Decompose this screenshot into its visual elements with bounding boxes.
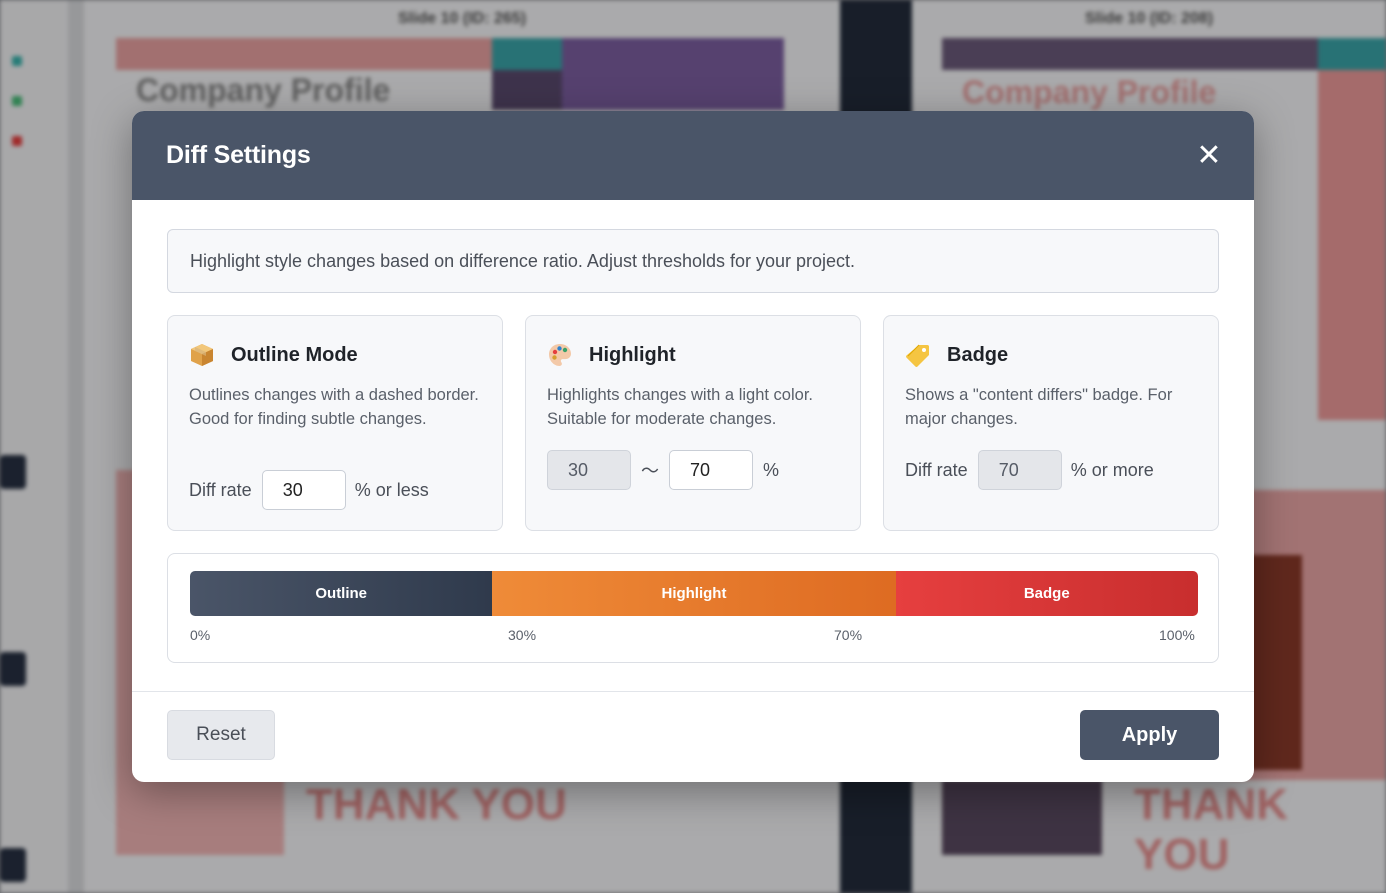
card-header: Badge xyxy=(905,338,1197,372)
scale-segment-badge: Badge xyxy=(895,571,1198,616)
apply-button[interactable]: Apply xyxy=(1080,710,1219,760)
segment-label: Badge xyxy=(1023,585,1070,602)
outline-threshold-input[interactable]: 30 xyxy=(261,470,346,510)
highlight-min-input: 30 xyxy=(547,450,631,490)
card-header: Outline Mode xyxy=(189,338,481,372)
scale-segment-highlight: Highlight xyxy=(492,571,896,616)
segment-label: Outline xyxy=(315,585,368,602)
diff-rate-label: Diff rate xyxy=(905,459,968,480)
card-title: Outline Mode xyxy=(231,343,358,366)
diff-rate-label: Diff rate xyxy=(189,479,252,500)
info-box: Highlight style changes based on differe… xyxy=(167,229,1219,293)
card-description: Highlights changes with a light color. S… xyxy=(547,386,813,428)
tag-icon xyxy=(906,344,929,367)
reset-button[interactable]: Reset xyxy=(167,710,275,760)
diff-settings-modal: Diff Settings ✕ Highlight style changes … xyxy=(132,111,1254,782)
scale-tick: 70% xyxy=(834,627,863,643)
package-icon xyxy=(191,344,213,366)
highlight-max-input[interactable]: 70 xyxy=(669,450,753,490)
outline-mode-card: Outline Mode Outlines changes with a das… xyxy=(167,315,503,531)
scale-segment-outline: Outline xyxy=(190,571,493,616)
card-description: Shows a "content differs" badge. For maj… xyxy=(905,386,1173,428)
card-title: Badge xyxy=(947,343,1009,366)
card-title: Highlight xyxy=(589,343,676,366)
outline-rate-row: Diff rate 30 % or less xyxy=(189,470,429,510)
scale-tick: 0% xyxy=(190,627,211,643)
range-separator: ～ xyxy=(641,461,659,481)
badge-card: Badge Shows a "content differs" badge. F… xyxy=(883,315,1219,531)
palette-icon xyxy=(549,344,571,366)
highlight-range-row: 30 ～ 70 % xyxy=(547,450,779,490)
close-button[interactable]: ✕ xyxy=(1194,139,1224,172)
close-icon[interactable]: ✕ xyxy=(1196,139,1221,172)
badge-threshold-input: 70 xyxy=(977,450,1062,490)
modal-footer: Reset Apply xyxy=(132,691,1254,782)
highlight-card: Highlight Highlights changes with a ligh… xyxy=(525,315,861,531)
threshold-scale: Outline Highlight Badge 0% 30% 70% 100% xyxy=(167,553,1219,663)
card-description: Outlines changes with a dashed border. G… xyxy=(189,386,479,428)
highlight-suffix: % xyxy=(763,459,780,480)
badge-suffix: % or more xyxy=(1070,459,1154,480)
info-text: Highlight style changes based on differe… xyxy=(190,250,856,271)
badge-rate-row: Diff rate 70 % or more xyxy=(905,450,1154,490)
card-header: Highlight xyxy=(547,338,839,372)
scale-tick: 100% xyxy=(1159,627,1195,643)
scale-tick: 30% xyxy=(508,627,537,643)
scale-bar: Outline Highlight Badge xyxy=(190,571,1198,616)
modal-title: Diff Settings xyxy=(166,141,311,169)
modal-header: Diff Settings ✕ xyxy=(132,111,1254,200)
outline-suffix: % or less xyxy=(354,479,429,500)
segment-label: Highlight xyxy=(661,585,727,602)
